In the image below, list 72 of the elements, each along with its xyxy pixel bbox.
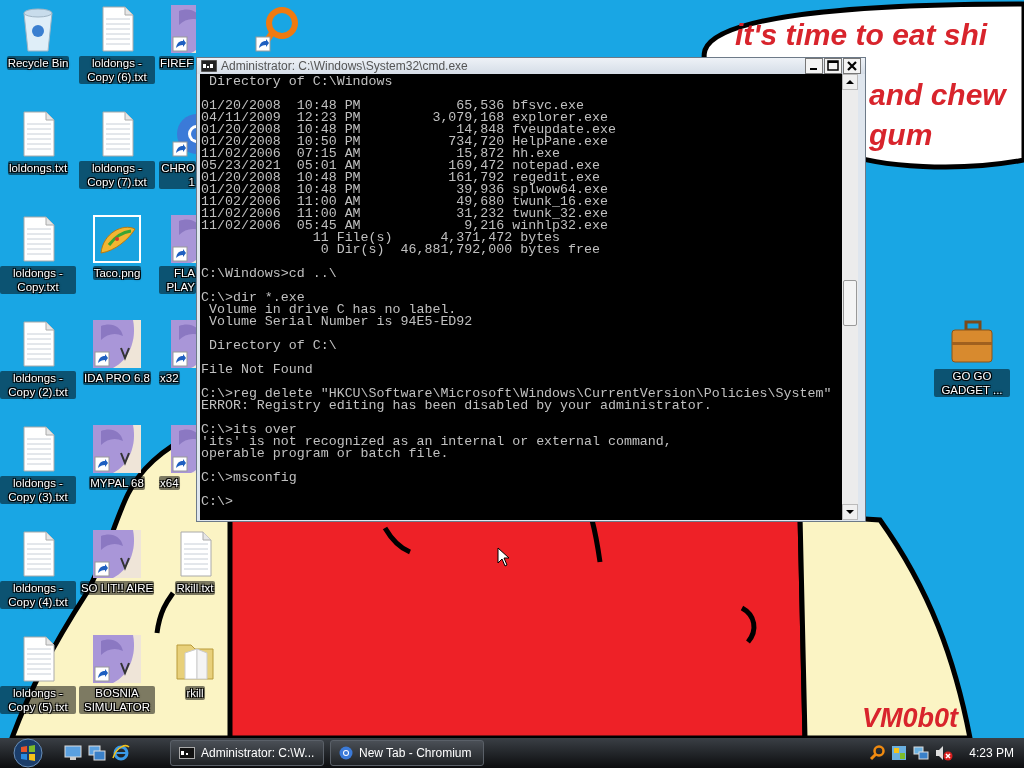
- console-line: 01/20/2008 10:48 PM 39,936 splwow64.exe: [201, 184, 609, 196]
- console-line: 01/20/2008 10:48 PM 161,792 regedit.exe: [201, 172, 600, 184]
- picture-icon[interactable]: [93, 425, 141, 473]
- picture-icon[interactable]: [93, 635, 141, 683]
- console-icon: [201, 60, 217, 72]
- console-line: 05/23/2021 05:01 AM 169,472 notepad.exe: [201, 160, 601, 172]
- console-line: 11/02/2006 05:45 AM 9,216 winhlp32.exe: [201, 220, 609, 232]
- taskbar-button[interactable]: Administrator: C:\W...: [170, 740, 324, 766]
- switch-windows-icon[interactable]: [88, 745, 106, 761]
- scroll-up-icon[interactable]: [842, 74, 858, 90]
- console-line: C:\Windows>cd ..\: [201, 268, 338, 280]
- magnifier-icon[interactable]: [869, 745, 886, 761]
- console-icon: [179, 747, 195, 759]
- picture-icon[interactable]: [171, 5, 196, 53]
- console-line: C:\>its over: [201, 424, 298, 436]
- icon-label: loldongs - Copy (3).txt: [0, 476, 76, 504]
- icon-label: loldongs - Copy.txt: [0, 266, 76, 294]
- console-line: C:\>: [201, 496, 234, 508]
- maximize-icon[interactable]: [824, 58, 842, 74]
- console-line: Directory of C:\: [207, 340, 338, 352]
- speech-bubble-text: and chew: [869, 78, 1006, 112]
- console-line: 04/11/2009 12:23 PM 3,079,168 explorer.exe: [201, 112, 608, 124]
- window-title: Administrator: C:\Windows\System32\cmd.exe: [221, 59, 468, 73]
- console-line: File Not Found: [201, 364, 314, 376]
- picture-icon[interactable]: [171, 215, 196, 263]
- console-line: 01/20/2008 10:48 PM 14,848 fveupdate.exe: [201, 124, 617, 136]
- console-line: Volume Serial Number is 94E5-ED92: [207, 316, 474, 328]
- icon-label: BOSNIA SIMULATOR: [79, 686, 155, 714]
- icon-label: loldongs - Copy (7).txt: [79, 161, 155, 189]
- console-line: C:\>dir *.exe: [201, 292, 305, 304]
- cursor-icon: [497, 547, 511, 567]
- clock[interactable]: 4:23 PM: [969, 746, 1014, 760]
- picture-icon[interactable]: [93, 320, 141, 368]
- console-line: C:\>msconfig: [201, 472, 298, 484]
- gadget-icon[interactable]: [891, 745, 908, 761]
- console-line: Volume in drive C has no label.: [207, 304, 457, 316]
- speech-bubble-text: gum: [869, 118, 933, 152]
- network-icon[interactable]: [913, 745, 930, 761]
- console-line: 11 File(s) 4,371,472 bytes: [311, 232, 561, 244]
- monitor-icon[interactable]: [64, 745, 82, 761]
- internet-browser-icon[interactable]: [112, 744, 130, 762]
- picture-icon[interactable]: [171, 425, 196, 473]
- icon-label: loldongs - Copy (2).txt: [0, 371, 76, 399]
- icon-label: loldongs - Copy (4).txt: [0, 581, 76, 609]
- taskbar-button[interactable]: New Tab - Chromium: [330, 740, 484, 766]
- icon-label: FLA PLAY: [159, 266, 196, 294]
- signature-text: VM0b0t: [862, 702, 959, 734]
- picture-icon[interactable]: [93, 530, 141, 578]
- console-line: 0 Dir(s) 46,881,792,000 bytes free: [319, 244, 601, 256]
- console-line: ERROR: Registry editing has been disabled by your administrator.: [201, 400, 712, 412]
- console-line: 01/20/2008 10:50 PM 734,720 HelpPane.exe: [201, 136, 608, 148]
- scroll-down-icon[interactable]: [842, 504, 858, 520]
- speech-bubble-text: it's time to eat shi: [735, 18, 988, 52]
- minimize-icon[interactable]: [805, 58, 823, 74]
- icon-label: GO GO GADGET ...: [934, 369, 1010, 397]
- console-line: 11/02/2006 11:00 AM 49,680 twunk_16.exe: [201, 196, 609, 208]
- console-line: 'its' is not recognized as an internal or external command,: [201, 436, 673, 448]
- console-line: 01/20/2008 10:48 PM 65,536 bfsvc.exe: [201, 100, 584, 112]
- close-icon[interactable]: [843, 58, 861, 74]
- taco-icon[interactable]: [93, 215, 141, 263]
- muted-speaker-icon[interactable]: [935, 745, 954, 761]
- browser-icon: [339, 746, 353, 760]
- console-line: operable program or batch file.: [201, 448, 450, 460]
- console-line: 11/02/2006 11:00 AM 31,232 twunk_32.exe: [201, 208, 609, 220]
- briefcase-icon[interactable]: [948, 318, 996, 366]
- scroll-thumb[interactable]: [843, 280, 857, 326]
- console-line: 11/02/2006 07:15 AM 15,872 hh.exe: [201, 148, 561, 160]
- console-line: C:\>reg delete "HKCU\Software\Microsoft\Windows\CurrentVersion\Policies\System": [201, 388, 833, 400]
- scrollbar[interactable]: [842, 74, 858, 520]
- picture-icon[interactable]: [171, 320, 196, 368]
- console-line: Directory of C:\Windows: [207, 76, 394, 88]
- icon-label: loldongs - Copy (6).txt: [79, 56, 155, 84]
